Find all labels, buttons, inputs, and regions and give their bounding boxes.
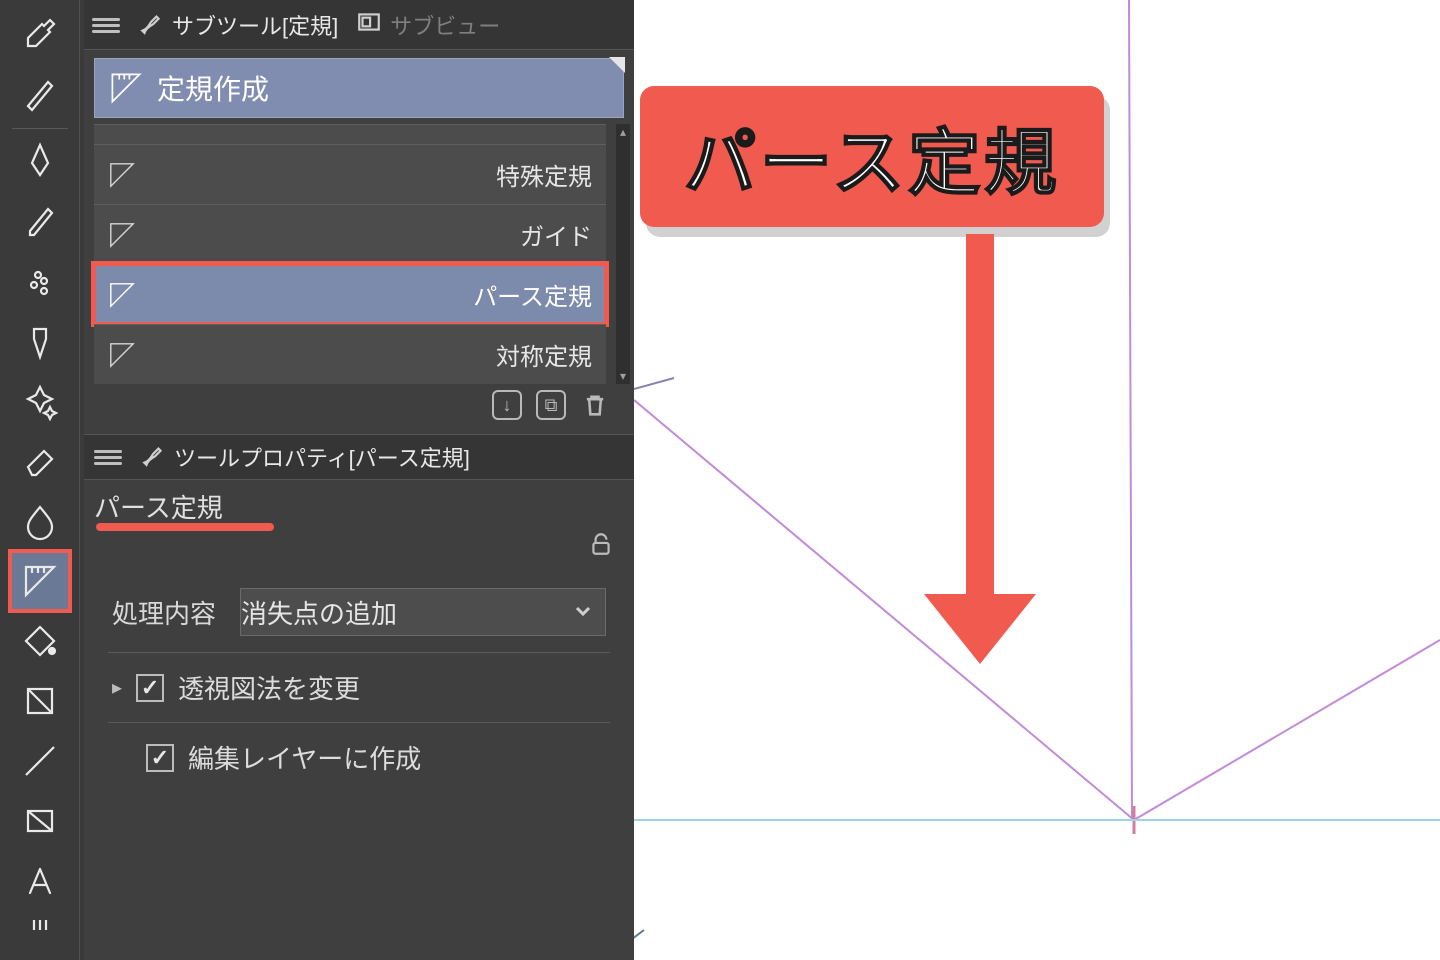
checkbox-create-on-edit-layer[interactable] xyxy=(146,744,174,772)
expand-icon[interactable]: ▸ xyxy=(112,675,122,700)
frame-tool[interactable] xyxy=(10,791,70,851)
property-row-process: 処理内容 消失点の追加 xyxy=(108,572,610,652)
subtool-tabbar: サブツール[定規] サブビュー xyxy=(84,0,634,50)
ruler-icon xyxy=(109,71,143,105)
property-row-change-perspective: ▸ 透視図法を変更 xyxy=(108,652,610,722)
eraser-tool[interactable] xyxy=(10,431,70,491)
annotation-arrow-icon xyxy=(920,234,1040,664)
ruler-icon xyxy=(108,221,136,249)
annotation-underline xyxy=(96,523,274,531)
subtool-actions: ↓ ⧉ xyxy=(84,384,634,420)
duplicate-subtool-button[interactable]: ⧉ xyxy=(536,390,566,420)
subview-icon xyxy=(356,9,382,41)
checkbox-change-perspective[interactable] xyxy=(136,674,164,702)
property-row-create-on-layer: 編集レイヤーに作成 xyxy=(108,722,610,792)
annotation-callout-text: パース定規 xyxy=(684,124,1060,204)
checkbox-label: 透視図法を変更 xyxy=(178,669,360,706)
subtool-item-perspective-ruler[interactable]: パース定規 xyxy=(94,264,606,324)
decoration-tool[interactable] xyxy=(10,371,70,431)
text-tool[interactable] xyxy=(10,851,70,911)
ruler-icon xyxy=(108,161,136,189)
subtool-item-label: パース定規 xyxy=(473,277,592,312)
subtool-item-special-ruler[interactable]: 特殊定規 xyxy=(94,144,606,204)
scroll-down-icon[interactable]: ▾ xyxy=(616,368,630,384)
tool-property-title-text: パース定規 xyxy=(94,493,223,523)
property-label: 処理内容 xyxy=(112,594,216,631)
figure-tool[interactable] xyxy=(10,731,70,791)
subtool-scrollbar[interactable]: ▴ ▾ xyxy=(616,124,630,384)
brush-icon xyxy=(140,441,166,473)
subtool-item-label: ガイド xyxy=(520,217,592,252)
tool-property-title: パース定規 xyxy=(84,480,634,527)
subtool-item-symmetry-ruler[interactable]: 対称定規 xyxy=(94,324,606,384)
brush-tool[interactable] xyxy=(10,251,70,311)
panel-menu-icon[interactable] xyxy=(94,447,122,467)
subtool-list: 定規ペン 特殊定規 ガイド パース定規 対称定規 xyxy=(94,124,606,384)
tab-subview[interactable]: サブビュー xyxy=(356,9,500,41)
tool-property-tabbar: ツールプロパティ[パース定規] xyxy=(84,434,634,480)
brush-icon xyxy=(138,9,164,41)
tool-property-body: 処理内容 消失点の追加 ▸ 透視図法を変更 編集レイヤーに作成 xyxy=(84,572,634,792)
delete-subtool-button[interactable] xyxy=(580,390,610,420)
fill-tool[interactable] xyxy=(10,611,70,671)
gradient-tool[interactable] xyxy=(10,671,70,731)
tab-tool-property[interactable]: ツールプロパティ[パース定規] xyxy=(140,441,470,473)
tool-strip xyxy=(0,0,80,960)
process-select[interactable]: 消失点の追加 xyxy=(240,588,606,636)
import-subtool-button[interactable]: ↓ xyxy=(492,390,522,420)
airbrush-tool[interactable] xyxy=(10,311,70,371)
pen-tool[interactable] xyxy=(10,131,70,191)
blend-tool[interactable] xyxy=(10,491,70,551)
eyedropper-tool[interactable] xyxy=(10,4,70,64)
subtool-panel: サブツール[定規] サブビュー 定規作成 定規ペン 特殊定規 ガイド パ xyxy=(84,0,634,960)
subtool-item-label: 対称定規 xyxy=(496,337,592,372)
annotation-callout: パース定規 xyxy=(640,86,1104,227)
panel-menu-icon[interactable] xyxy=(92,15,120,35)
ruler-icon xyxy=(108,281,136,309)
pencil-tool[interactable] xyxy=(10,191,70,251)
subtool-group-header[interactable]: 定規作成 xyxy=(94,58,624,118)
tab-subview-label: サブビュー xyxy=(390,9,500,41)
subtool-item-guide[interactable]: ガイド xyxy=(94,204,606,264)
subtool-item-label: 特殊定規 xyxy=(496,157,592,192)
subtool-group-label: 定規作成 xyxy=(157,68,269,108)
scroll-up-icon[interactable]: ▴ xyxy=(616,124,630,140)
ruler-icon xyxy=(108,341,136,369)
ruler-tool[interactable] xyxy=(10,551,70,611)
subtool-item-cutoff[interactable]: 定規ペン xyxy=(94,124,606,144)
select-value: 消失点の追加 xyxy=(241,594,397,631)
lock-icon[interactable] xyxy=(588,531,614,562)
tab-tool-property-label: ツールプロパティ[パース定規] xyxy=(174,441,470,473)
checkbox-label: 編集レイヤーに作成 xyxy=(188,739,421,776)
tab-subtool-label: サブツール[定規] xyxy=(172,9,338,41)
tab-subtool[interactable]: サブツール[定規] xyxy=(138,9,338,41)
chevron-down-icon xyxy=(573,597,593,628)
correction-tool[interactable] xyxy=(10,64,70,124)
divider xyxy=(12,128,68,129)
more-tool[interactable] xyxy=(10,911,70,941)
